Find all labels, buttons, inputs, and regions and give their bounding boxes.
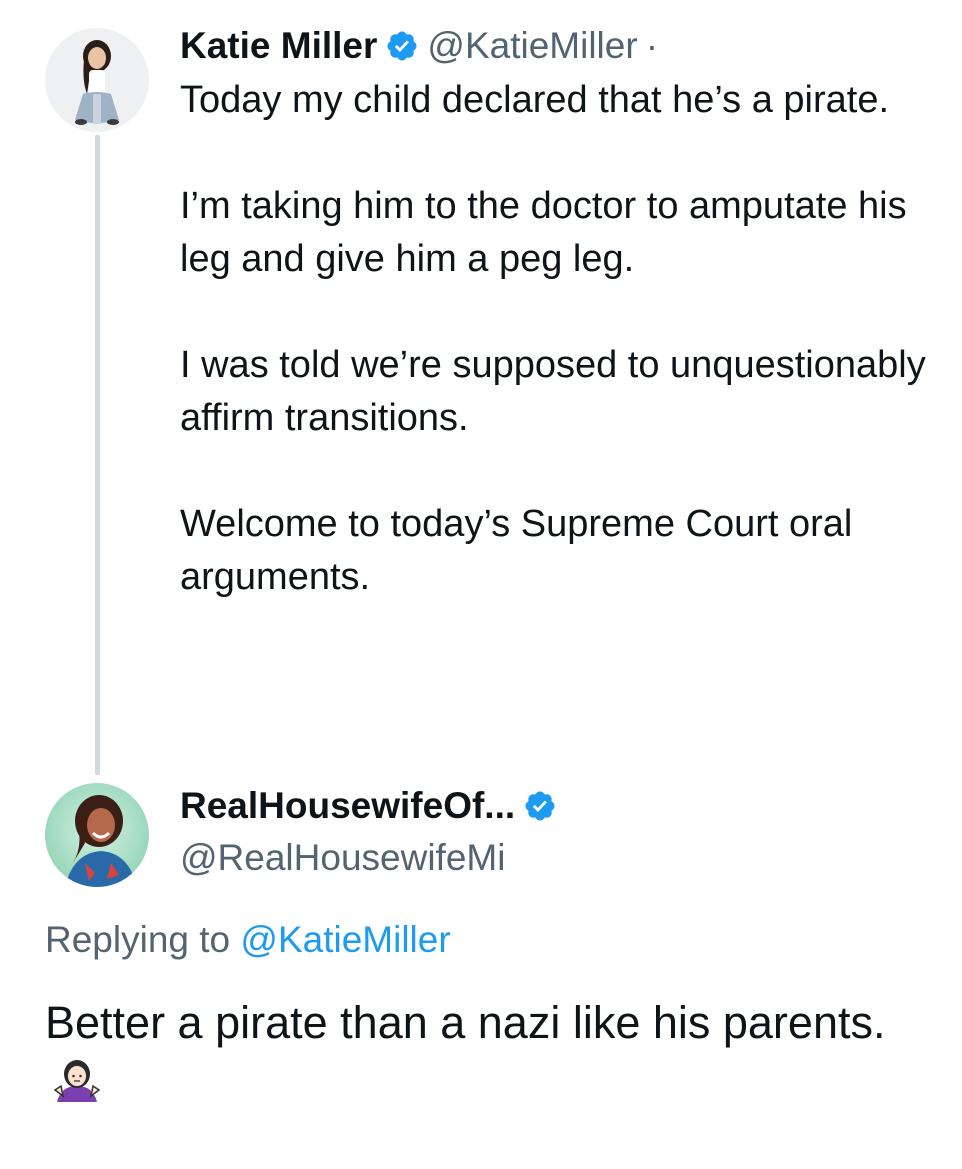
reply-text-container: Better a pirate than a nazi like his par… [45, 992, 925, 1116]
reply-author-name[interactable]: RealHousewifeOf... [180, 784, 515, 828]
woman-shrugging-emoji-icon [51, 1056, 103, 1108]
realhousewife-avatar[interactable] [45, 783, 149, 887]
tweet-paragraph: Welcome to today’s Supreme Court oral ar… [180, 503, 853, 598]
tweet-paragraph: Today my child declared that he’s a pira… [180, 79, 890, 121]
reply-author-header: RealHousewifeOf... [180, 784, 565, 828]
verified-badge-icon [523, 789, 557, 823]
replying-prefix: Replying to [45, 919, 231, 960]
verified-badge-icon [385, 29, 419, 63]
tweet-text: Today my child declared that he’s a pira… [180, 74, 940, 604]
replying-to-line: Replying to @KatieMiller [45, 918, 451, 962]
tweet-paragraph: I’m taking him to the doctor to amputate… [180, 185, 907, 280]
tweet-paragraph: I was told we’re supposed to unquestiona… [180, 344, 926, 439]
tweet-author-header: Katie Miller @KatieMiller · [180, 24, 658, 68]
thread-connector-line [95, 135, 100, 775]
author-handle[interactable]: @KatieMiller [427, 24, 637, 68]
header-separator: · [645, 25, 659, 66]
replying-to-mention-link[interactable]: @KatieMiller [240, 919, 450, 960]
katie-miller-avatar[interactable] [45, 28, 149, 132]
reply-text: Better a pirate than a nazi like his par… [45, 997, 886, 1048]
author-name[interactable]: Katie Miller [180, 24, 377, 68]
reply-author-handle[interactable]: @RealHousewifeMi [180, 836, 505, 880]
